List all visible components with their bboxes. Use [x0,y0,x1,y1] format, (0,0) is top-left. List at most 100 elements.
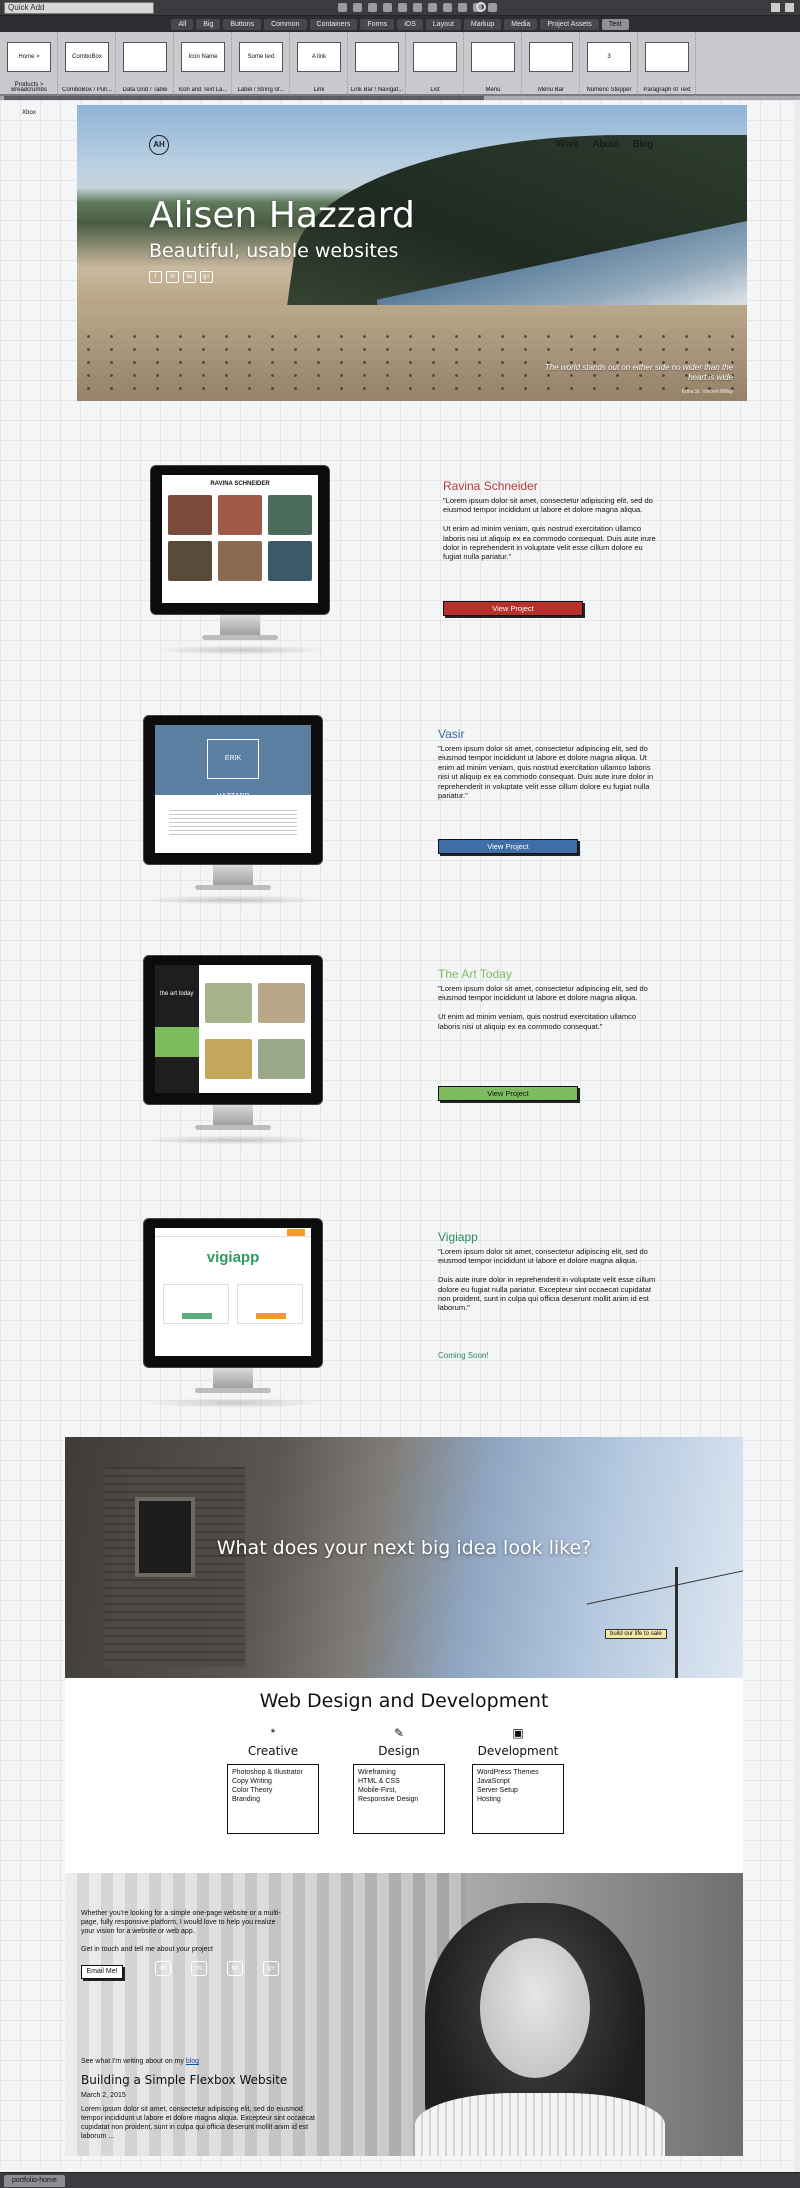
scrollbar-thumb[interactable] [4,96,484,100]
fullscreen-icon[interactable] [771,3,780,12]
quote-credit: Edna St. Vincent Millay [681,389,733,395]
tab-text[interactable]: Text [601,18,629,30]
service-item: Wireframing [358,1769,396,1776]
project-description: "Lorem ipsum dolor sit amet, consectetur… [438,744,654,801]
library-item-label: Data Grid / Table [122,87,168,93]
markup-icon[interactable] [443,3,452,12]
library-item[interactable]: A link Link [290,32,348,96]
view-project-button[interactable]: View Project [438,1086,578,1101]
library-item-label: Label / String of... [237,87,285,93]
tab-buttons[interactable]: Buttons [223,18,262,30]
tab-forms[interactable]: Forms [360,18,395,30]
tab-common[interactable]: Common [264,18,307,30]
hero-banner: AH Work About Blog Alisen Hazzard Beauti… [77,105,747,401]
library-item[interactable]: List [406,32,464,96]
site-logo[interactable]: AH [149,135,169,155]
group-icon[interactable] [413,3,422,12]
tab-media[interactable]: Media [504,18,538,30]
tab-project-assets[interactable]: Project Assets [540,18,599,30]
screen-menu [155,1027,199,1057]
service-item: Branding [232,1796,261,1803]
service-title: Development [477,1744,559,1758]
library-item[interactable]: Menu Bar [522,32,580,96]
library-item[interactable]: Paragraph of Text [638,32,696,96]
library-thumbnail [355,42,399,72]
monitor-stand [213,1368,253,1390]
monitor-base [195,1125,271,1130]
blog-lead: See what I'm writing about on my blog [81,2057,281,2066]
redo-icon[interactable] [353,3,362,12]
service-design: ✎ Design Wireframing HTML & CSS Mobile-F… [353,1726,445,1834]
library-item[interactable]: Some text Label / String of... [232,32,290,96]
nav-work[interactable]: Work [556,139,579,150]
library-item[interactable]: 3 Numeric Stepper [580,32,638,96]
screen-card-button [256,1313,286,1319]
painting [258,1039,305,1079]
linkedin-icon[interactable]: in [191,1961,207,1976]
linkedin-icon[interactable]: in [166,271,179,283]
library-item[interactable]: Home > Products > Xbox Breadcrumbs [0,32,58,116]
lock-icon[interactable] [428,3,437,12]
contact-prompt: Get in touch and tell me about your proj… [81,1946,213,1953]
library-item[interactable]: Menu [464,32,522,96]
library-item[interactable]: Icon Name Icon and Text La... [174,32,232,96]
export-icon[interactable] [488,3,497,12]
view-project-button[interactable]: View Project [438,839,578,854]
photo [268,495,312,535]
paste-icon[interactable] [398,3,407,12]
close-icon[interactable] [785,3,794,12]
screen-heading: ERIK HAZZARD [207,739,259,800]
tab-ios[interactable]: iOS [397,18,423,30]
nav-about[interactable]: About [593,139,619,150]
blog-link[interactable]: blog [186,2058,199,2065]
monitor-mockup: vigiapp [143,1218,323,1408]
status-bar: portfolio-home [0,2172,800,2188]
library-thumbnail: Some text [239,42,283,72]
search-icon[interactable] [476,2,486,12]
blog-post-excerpt: Lorem ipsum dolor sit amet, consectetur … [81,2106,315,2140]
view-project-button[interactable]: View Project [443,601,583,616]
googleplus-icon[interactable]: g+ [263,1961,279,1976]
project-description: "Lorem ipsum dolor sit amet, consectetur… [438,1247,656,1313]
window-controls [771,3,794,12]
nav-blog[interactable]: Blog [633,139,653,150]
tab-containers[interactable]: Containers [309,18,358,30]
canvas-scrollbar[interactable] [794,100,800,2172]
quick-add-input[interactable]: Quick Add [4,2,154,14]
library-item[interactable]: Link Bar / Navigat... [348,32,406,96]
service-title: Design [378,1744,420,1758]
library-item-label: Menu Bar [537,87,564,93]
googleplus-icon[interactable]: g+ [200,271,213,283]
library-scrollbar[interactable] [0,96,800,100]
email-icon[interactable]: ✉ [155,1961,171,1976]
screen-hero: ERIK HAZZARD [155,725,311,800]
monitor-shadow [150,645,330,655]
library-item-label: List [430,87,440,93]
service-title: Creative [247,1744,299,1758]
hero-tagline: Beautiful, usable websites [149,240,399,262]
service-list: Wireframing HTML & CSS Mobile-First, Res… [353,1764,445,1834]
utility-pole [675,1567,678,1678]
tab-all[interactable]: All [171,18,194,30]
service-item: Mobile-First, [358,1787,397,1794]
twitter-icon[interactable]: tw [183,271,196,283]
tab-layout[interactable]: Layout [425,18,461,30]
tab-big[interactable]: Big [196,18,221,30]
undo-icon[interactable] [338,3,347,12]
mockup-tab[interactable]: portfolio-home [4,2175,65,2187]
monitor-screen: ERIK HAZZARD [155,725,311,853]
email-me-button[interactable]: Email Me! [81,1965,123,1979]
cut-icon[interactable] [368,3,377,12]
library-item[interactable]: Data Grid / Table [116,32,174,96]
facebook-icon[interactable]: f [149,271,162,283]
pencil-icon: ✎ [393,1726,405,1740]
view-icon[interactable] [458,3,467,12]
copy-icon[interactable] [383,3,392,12]
blog-post-title[interactable]: Building a Simple Flexbox Website [81,2073,287,2087]
tab-markup[interactable]: Markup [463,18,502,30]
service-item: Server Setup [477,1787,518,1794]
twitter-icon[interactable]: tw [227,1961,243,1976]
cta-banner: What does your next big idea look like? … [65,1437,743,1678]
service-item: JavaScript [477,1778,510,1785]
library-item[interactable]: ComboBox ComboBox / Pull... [58,32,116,96]
